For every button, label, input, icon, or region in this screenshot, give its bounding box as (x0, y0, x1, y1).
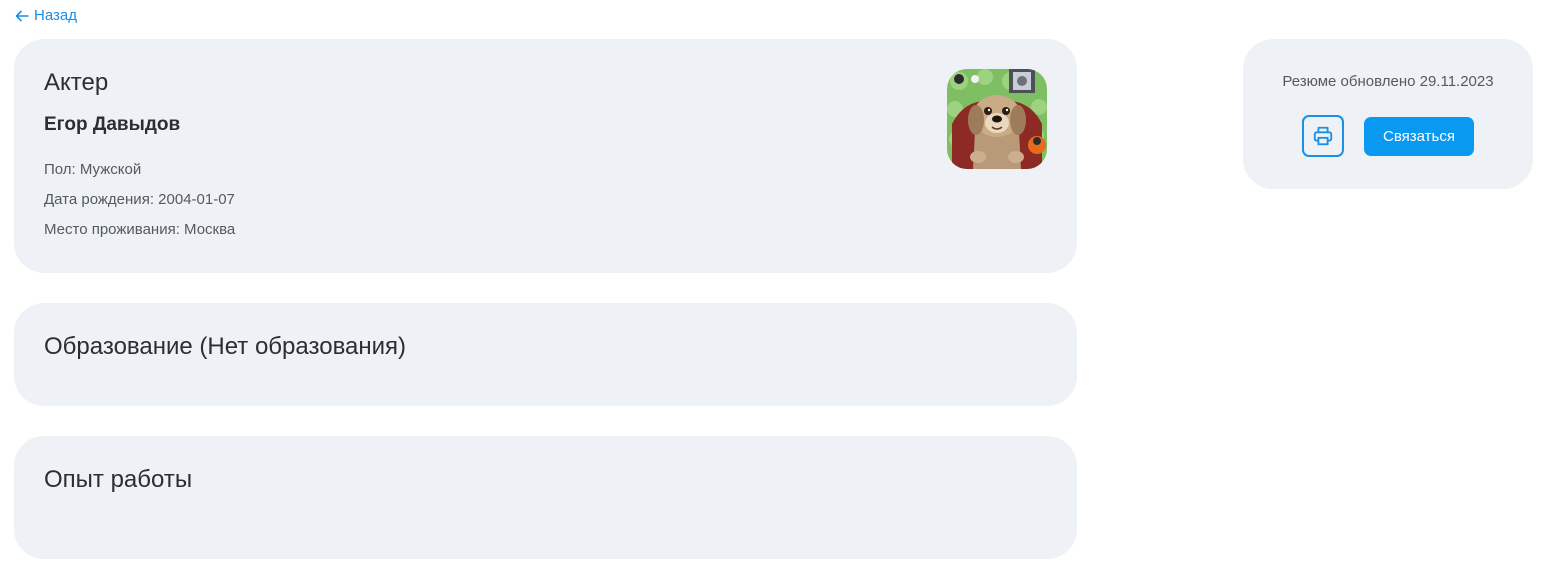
resume-updated-date: 29.11.2023 (1419, 73, 1494, 90)
resume-updated-text: Резюме обновлено 29.11.2023 (1243, 72, 1533, 92)
back-link-label: Назад (34, 7, 77, 24)
resume-updated-label: Резюме обновлено (1282, 73, 1416, 90)
residence-label: Место проживания (44, 221, 184, 238)
birth-date-info: Дата рождения2004-01-07 (44, 190, 235, 210)
experience-card: Опыт работы (14, 436, 1077, 559)
profile-card: Актер Егор Давыдов ПолМужской Дата рожде… (14, 39, 1077, 273)
education-card: Образование (Нет образования) (14, 303, 1077, 406)
birth-date-value: 2004-01-07 (158, 191, 235, 208)
avatar (947, 69, 1047, 169)
gender-value: Мужской (79, 161, 142, 178)
printer-icon (1313, 126, 1333, 146)
print-button[interactable] (1302, 115, 1344, 157)
profession-title: Актер (44, 69, 109, 96)
experience-title: Опыт работы (44, 466, 193, 493)
arrow-left-icon (15, 10, 29, 21)
back-link[interactable]: Назад (15, 7, 77, 24)
gender-info: ПолМужской (44, 160, 141, 180)
residence-info: Место проживанияМосква (44, 220, 235, 240)
resume-actions-card: Резюме обновлено 29.11.2023 Связаться (1243, 39, 1533, 189)
gender-label: Пол (44, 161, 80, 178)
birth-date-label: Дата рождения (44, 191, 158, 208)
avatar-photo (947, 69, 1047, 169)
education-title: Образование (Нет образования) (44, 333, 407, 360)
residence-value: Москва (184, 221, 236, 238)
person-name: Егор Давыдов (44, 114, 181, 135)
contact-button[interactable]: Связаться (1364, 117, 1474, 156)
